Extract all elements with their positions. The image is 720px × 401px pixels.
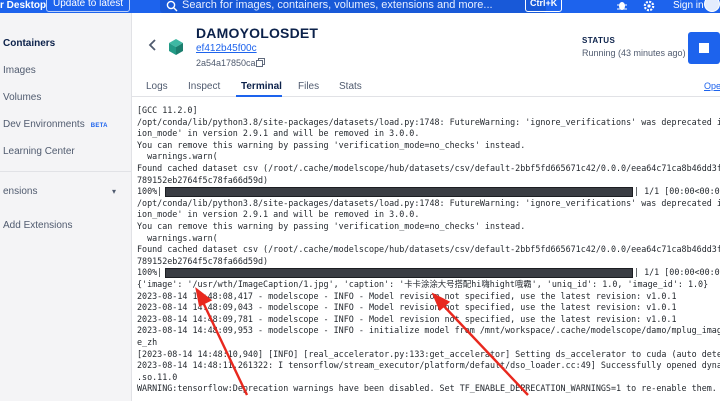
- sidebar-item-add-extensions[interactable]: Add Extensions: [3, 220, 73, 231]
- back-arrow-icon[interactable]: [146, 38, 160, 52]
- terminal-line: 2023-08-14 14:48:09,043 - modelscope - I…: [137, 302, 677, 313]
- terminal-line: /opt/conda/lib/python3.8/site-packages/d…: [137, 197, 720, 208]
- terminal-line: ion_mode' in version 2.9.1 and will be r…: [137, 128, 420, 139]
- open-external-link[interactable]: Ope: [704, 81, 720, 91]
- stop-button[interactable]: [688, 32, 720, 64]
- terminal-line: e_zh: [137, 337, 158, 347]
- search-icon: [166, 0, 178, 12]
- copy-icon[interactable]: [256, 58, 265, 67]
- terminal-line: warnings.warn(: [137, 232, 218, 243]
- progress-bar: [165, 187, 633, 198]
- terminal-line: 789152eb2764f5c78fa66d59d): [137, 255, 269, 266]
- terminal-line: [GCC 11.2.0]: [137, 105, 198, 115]
- terminal-line: .so.11.0: [137, 371, 178, 382]
- sidebar-item-images[interactable]: Images: [3, 65, 36, 76]
- sidebar-item-volumes[interactable]: Volumes: [3, 92, 41, 103]
- tab-logs[interactable]: Logs: [146, 81, 168, 92]
- tab-terminal[interactable]: Terminal: [241, 81, 282, 92]
- stop-icon: [699, 43, 709, 53]
- search-shortcut-badge: Ctrl+K: [525, 0, 563, 12]
- status-label: STATUS: [582, 36, 616, 45]
- sidebar-item-label: Add Extensions: [3, 220, 73, 231]
- terminal-line: 100%|: [137, 267, 163, 278]
- sidebar-item-label: Dev Environments: [3, 119, 85, 130]
- app-title: r Desktop: [0, 0, 47, 11]
- sidebar-item-learning-center[interactable]: Learning Center: [3, 146, 75, 157]
- terminal-line: /opt/conda/lib/python3.8/site-packages/d…: [137, 116, 720, 127]
- terminal-output[interactable]: [GCC 11.2.0]/opt/conda/lib/python3.8/sit…: [132, 97, 720, 401]
- terminal-line: warnings.warn(: [137, 151, 218, 162]
- container-cube-icon: [169, 39, 183, 55]
- chevron-down-icon[interactable]: ▾: [112, 187, 116, 196]
- terminal-line: You can remove this warning by passing '…: [137, 139, 526, 150]
- tab-stats[interactable]: Stats: [339, 81, 362, 92]
- terminal-line: 2023-08-14 14:48:09,781 - modelscope - I…: [137, 313, 677, 324]
- avatar[interactable]: [704, 0, 720, 12]
- tab-files[interactable]: Files: [298, 81, 319, 92]
- image-id: 2a54a17850ca: [196, 58, 256, 68]
- terminal-line: You can remove this warning by passing '…: [137, 221, 526, 231]
- terminal-line: Found cached dataset csv (/root/.cache/m…: [137, 244, 720, 255]
- top-bar: r Desktop Update to latest Search for im…: [0, 0, 720, 13]
- status-value: Running (43 minutes ago): [582, 48, 686, 58]
- sidebar-item-containers[interactable]: Containers: [3, 38, 55, 49]
- sidebar-item-extensions[interactable]: ensions: [3, 186, 37, 197]
- container-id-link[interactable]: ef412b45f00c: [196, 43, 257, 54]
- terminal-line: 100%|: [137, 186, 163, 197]
- terminal-line: 2023-08-14 14:48:09,953 - modelscope - I…: [137, 325, 720, 336]
- terminal-line: ion_mode' in version 2.9.1 and will be r…: [137, 209, 420, 220]
- terminal-line: 2023-08-14 14:48:11.261322: I tensorflow…: [137, 360, 720, 371]
- progress-text: | 1/1 [00:00<00:00, 1: [634, 267, 720, 278]
- terminal-line: {'image': '/usr/wth/ImageCaption/1.jpg',…: [137, 279, 709, 289]
- container-name: DAMOYOLOSDET: [196, 25, 319, 41]
- search-bar[interactable]: Search for images, containers, volumes, …: [160, 0, 546, 13]
- progress-text: | 1/1 [00:00<00:00, 1: [634, 186, 720, 197]
- terminal-line: 789152eb2764f5c78fa66d59d): [137, 174, 269, 185]
- terminal-line: 2023-08-14 14:48:08,417 - modelscope - I…: [137, 290, 677, 301]
- sidebar-item-dev-environments[interactable]: Dev Environments BETA: [3, 119, 108, 130]
- bug-icon[interactable]: [616, 0, 628, 12]
- search-input[interactable]: Search for images, containers, volumes, …: [182, 0, 493, 12]
- progress-bar: [165, 268, 633, 279]
- update-button[interactable]: Update to latest: [46, 0, 131, 12]
- terminal-line: Found cached dataset csv (/root/.cache/m…: [137, 163, 720, 173]
- tab-inspect[interactable]: Inspect: [188, 81, 220, 92]
- sign-in-link[interactable]: Sign in: [673, 0, 704, 12]
- terminal-line: [2023-08-14 14:48:10,940] [INFO] [real_a…: [137, 348, 720, 359]
- terminal-line: WARNING:tensorflow:Deprecation warnings …: [137, 383, 717, 394]
- beta-badge: BETA: [90, 123, 108, 129]
- sidebar: Containers Images Volumes Dev Environmen…: [0, 13, 132, 401]
- sidebar-divider: [0, 171, 131, 172]
- gear-icon[interactable]: [643, 0, 655, 12]
- tab-bar: Logs Inspect Terminal Files Stats: [132, 76, 720, 97]
